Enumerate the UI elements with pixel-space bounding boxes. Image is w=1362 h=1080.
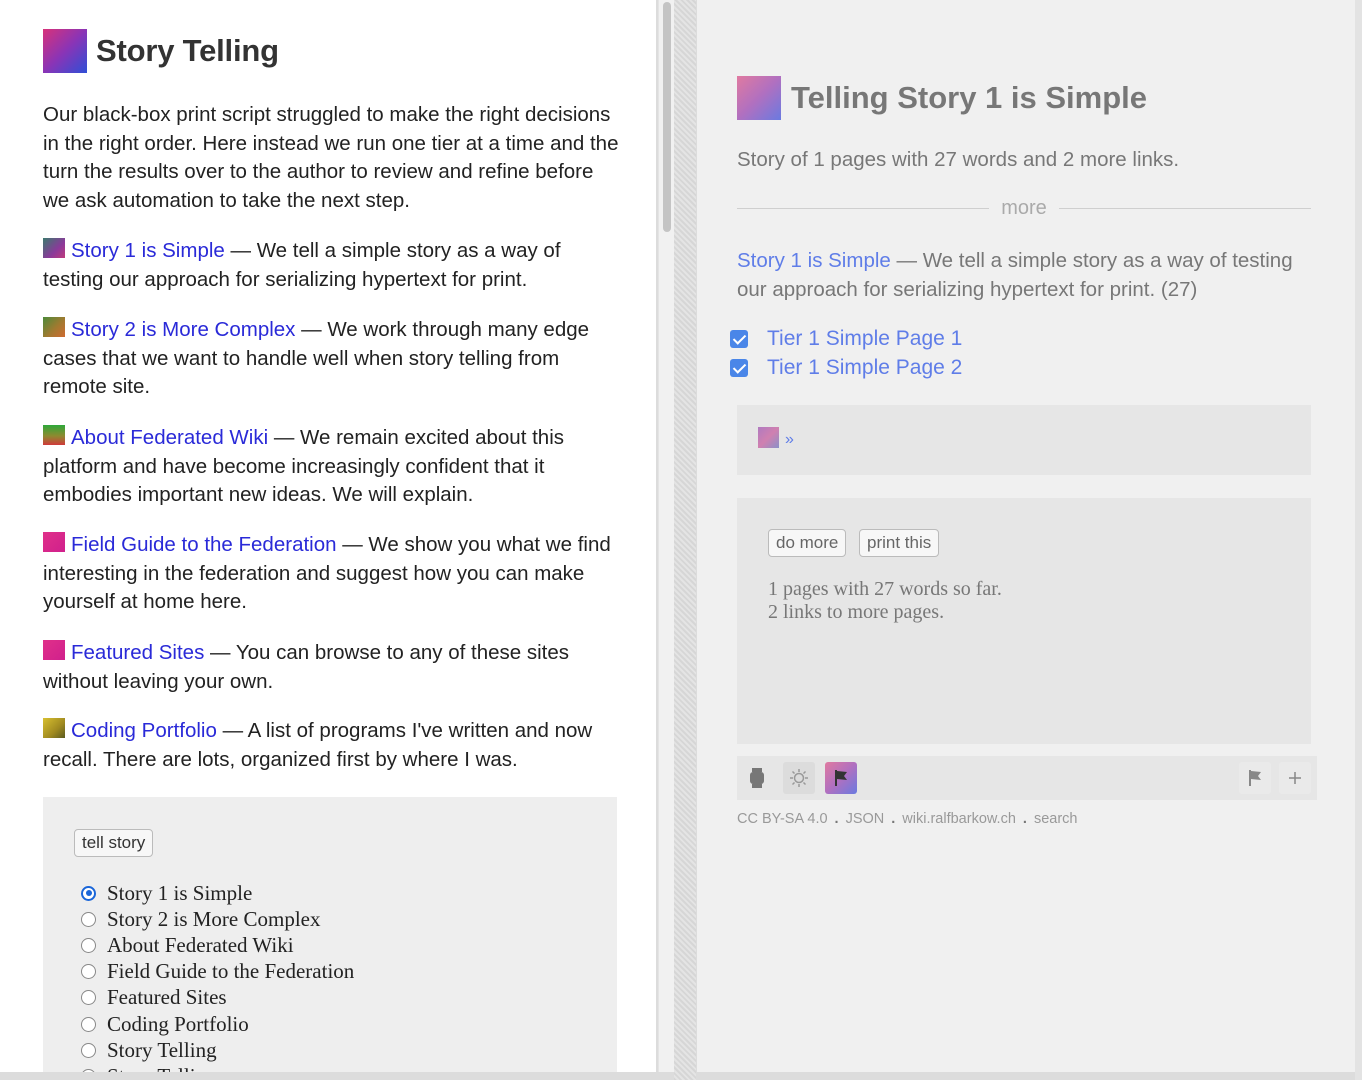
page-header: Story Telling xyxy=(43,29,279,73)
reference-story-2: Story 2 is More Complex — We work throug… xyxy=(43,316,623,402)
checkbox-item[interactable]: Tier 1 Simple Page 1 xyxy=(730,327,962,351)
fork-flag-icon[interactable] xyxy=(825,762,857,794)
right-edge xyxy=(1355,0,1362,1080)
link-story-2[interactable]: Story 2 is More Complex xyxy=(71,318,295,341)
story-plugin: tell story Story 1 is Simple Story 2 is … xyxy=(43,797,617,1072)
license-link[interactable]: CC BY-SA 4.0 xyxy=(737,811,828,827)
story-radio-list: Story 1 is Simple Story 2 is More Comple… xyxy=(81,880,354,1072)
reference-coding-portfolio: Coding Portfolio — A list of programs I'… xyxy=(43,717,623,774)
radio-option[interactable]: Featured Sites xyxy=(81,985,354,1011)
story-summary: Story of 1 pages with 27 words and 2 mor… xyxy=(737,148,1180,171)
link-tier-page[interactable]: Tier 1 Simple Page 2 xyxy=(767,356,962,380)
do-more-button[interactable]: do more xyxy=(768,529,847,557)
flag-icon[interactable] xyxy=(1239,762,1271,794)
page-title: Telling Story 1 is Simple xyxy=(791,80,1148,115)
checkbox-item[interactable]: Tier 1 Simple Page 2 xyxy=(730,356,962,380)
link-tier-page[interactable]: Tier 1 Simple Page 1 xyxy=(767,327,962,351)
radio-option[interactable]: Field Guide to the Federation xyxy=(81,959,354,985)
more-label: more xyxy=(1001,196,1047,219)
print-this-button[interactable]: print this xyxy=(859,529,940,557)
radio-option[interactable]: About Federated Wiki xyxy=(81,932,354,958)
frame-plugin: do more print this 1 pages with 27 words… xyxy=(737,498,1311,744)
radio-icon[interactable] xyxy=(81,937,96,953)
reference-story-1: Story 1 is Simple — We tell a simple sto… xyxy=(43,237,623,294)
site-flag-icon xyxy=(43,640,65,660)
telling-story-page: Telling Story 1 is Simple Story of 1 pag… xyxy=(697,0,1355,1072)
site-flag-icon xyxy=(43,425,65,445)
left-scrollbar[interactable] xyxy=(658,0,675,1072)
site-flag-icon xyxy=(43,718,65,738)
add-icon[interactable] xyxy=(1279,762,1311,794)
site-flag-icon[interactable] xyxy=(758,427,779,448)
link-story-1[interactable]: Story 1 is Simple xyxy=(71,239,225,262)
radio-option[interactable]: Story 1 is Simple xyxy=(81,880,354,906)
reference-about-wiki: About Federated Wiki — We remain excited… xyxy=(43,424,623,510)
page-header: Telling Story 1 is Simple xyxy=(737,76,1147,120)
radio-option[interactable]: Story Telling xyxy=(81,1037,354,1063)
more-divider: more xyxy=(737,196,1312,220)
sun-icon[interactable] xyxy=(783,762,815,794)
radio-option[interactable]: Coding Portfolio xyxy=(81,1011,354,1037)
page-title: Story Telling xyxy=(96,33,279,68)
radio-icon[interactable] xyxy=(81,990,96,1006)
link-about-wiki[interactable]: About Federated Wiki xyxy=(71,426,268,449)
radio-icon[interactable] xyxy=(81,1068,96,1072)
radio-icon[interactable] xyxy=(81,1042,96,1058)
site-flag-icon xyxy=(43,317,65,337)
site-flag-icon xyxy=(43,238,65,258)
page-footer-toolbar xyxy=(737,756,1317,800)
site-flag-icon[interactable] xyxy=(737,76,781,120)
reference-featured-sites: Featured Sites — You can browse to any o… xyxy=(43,639,623,696)
radio-icon[interactable] xyxy=(81,911,96,927)
link-coding-portfolio[interactable]: Coding Portfolio xyxy=(71,719,217,742)
link-featured-sites[interactable]: Featured Sites xyxy=(71,641,204,664)
json-link[interactable]: JSON xyxy=(846,811,885,827)
radio-icon[interactable] xyxy=(81,1016,96,1032)
site-link[interactable]: wiki.ralfbarkow.ch xyxy=(902,811,1016,827)
reference-item: » xyxy=(737,405,1311,475)
site-flag-icon xyxy=(43,532,65,552)
journal-icon[interactable] xyxy=(741,762,773,794)
radio-selected-icon[interactable] xyxy=(81,885,96,901)
site-flag-icon[interactable] xyxy=(43,29,87,73)
reference-field-guide: Field Guide to the Federation — We show … xyxy=(43,531,623,617)
radio-option[interactable]: Story Telling xyxy=(81,1063,354,1072)
checkbox-checked-icon[interactable] xyxy=(730,359,748,377)
checkbox-checked-icon[interactable] xyxy=(730,330,748,348)
link-field-guide[interactable]: Field Guide to the Federation xyxy=(71,533,337,556)
radio-icon[interactable] xyxy=(81,964,96,980)
intro-paragraph: Our black-box print script struggled to … xyxy=(43,103,619,212)
link-story-1[interactable]: Story 1 is Simple xyxy=(737,249,891,272)
page-gutter xyxy=(674,0,696,1080)
reference-link[interactable]: » xyxy=(785,431,794,449)
progress-text: 1 pages with 27 words so far. 2 links to… xyxy=(768,578,1002,623)
story-telling-page: Story Telling Our black-box print script… xyxy=(0,0,656,1072)
story-paragraph: Story 1 is Simple — We tell a simple sto… xyxy=(737,249,1293,301)
search-link[interactable]: search xyxy=(1034,811,1078,827)
radio-option[interactable]: Story 2 is More Complex xyxy=(81,906,354,932)
tell-story-button[interactable]: tell story xyxy=(74,829,154,857)
scrollbar-thumb[interactable] xyxy=(663,2,671,232)
license-footer: CC BY-SA 4.0. JSON. wiki.ralfbarkow.ch. sea… xyxy=(737,811,1078,827)
